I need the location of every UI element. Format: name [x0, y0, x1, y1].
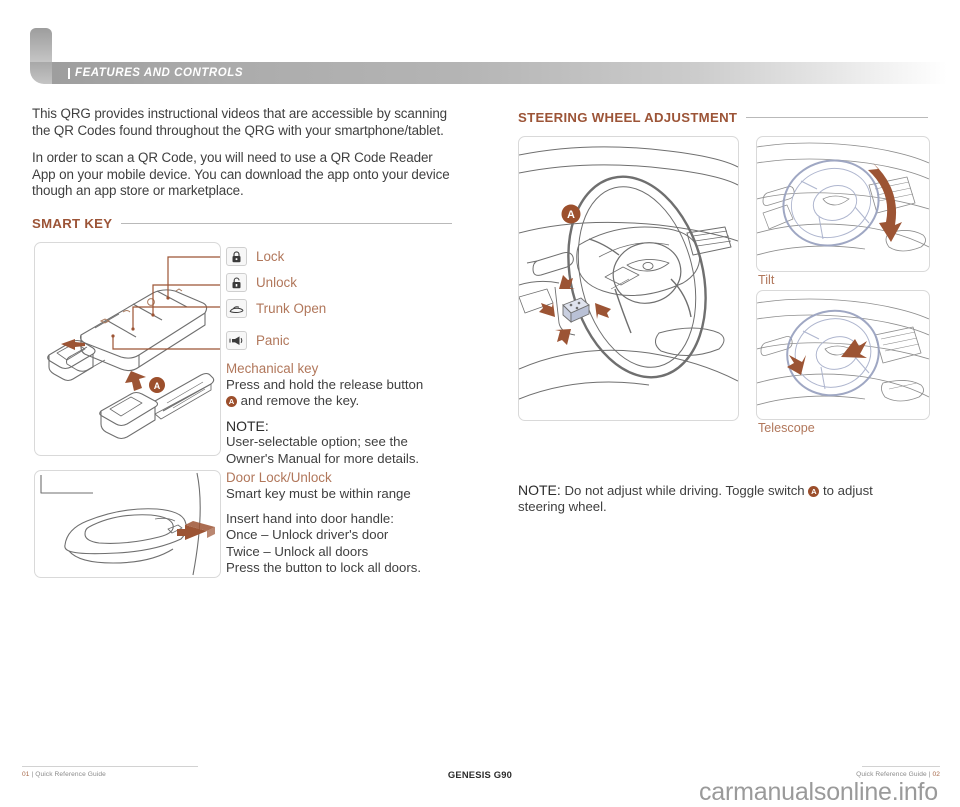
watermark: carmanualsonline.info	[698, 778, 938, 806]
smart-key-heading-rule	[121, 222, 452, 224]
steering-wheel-main-illustration: A	[518, 136, 739, 421]
footer-right-label: Quick Reference Guide	[856, 771, 927, 778]
telescope-arrows	[787, 339, 867, 375]
lock-closed-icon	[226, 247, 247, 267]
door-lock-block: Door Lock/Unlock Smart key must be withi…	[32, 469, 452, 590]
svg-text:A: A	[154, 381, 161, 391]
legend-label-lock: Lock	[256, 249, 285, 265]
trunk-open-icon	[226, 299, 247, 319]
door-handle-svg	[40, 472, 215, 576]
door-lock-line-4: Press the button to lock all doors.	[226, 559, 421, 575]
header-pipe-icon	[68, 67, 70, 79]
steering-wheel-note-before: Do not adjust while driving. Toggle swit…	[564, 483, 805, 498]
door-lock-line-2: Once – Unlock driver's door	[226, 527, 389, 543]
mechanical-key-text-after: and remove the key.	[240, 393, 360, 409]
callout-a-badge: A	[149, 376, 165, 393]
legend-row-lock: Lock	[226, 244, 454, 270]
callout-a-badge-inline: A	[226, 396, 237, 408]
footer-rule-left	[22, 766, 198, 767]
toggle-switch-graphic	[562, 297, 590, 323]
door-lock-line-3: Twice – Unlock all doors	[226, 543, 369, 559]
tilt-caption: Tilt	[758, 273, 775, 287]
telescope-illustration	[756, 290, 930, 420]
intro-paragraph-2: In order to scan a QR Code, you will nee…	[32, 150, 450, 199]
smart-key-legend: Lock Unlock Trunk Open Panic Mechanical …	[226, 244, 454, 467]
key-fob-illustration: A	[34, 241, 221, 456]
steering-wheel-heading: STEERING WHEEL ADJUSTMENT	[518, 110, 928, 125]
steering-wheel-main-svg: A	[519, 146, 738, 400]
smart-key-block: A Lock Unlock Trunk Open Panic Mechanica…	[32, 241, 454, 472]
header-section-title: FEATURES AND CONTROLS	[68, 64, 243, 82]
footer-rule-right	[862, 766, 940, 767]
legend-row-trunk: Trunk Open	[226, 296, 454, 322]
steering-wheel-note: NOTE: Do not adjust while driving. Toggl…	[518, 482, 918, 516]
telescope-svg	[757, 298, 929, 406]
header-section-title-text: FEATURES AND CONTROLS	[75, 67, 244, 79]
footer-right: Quick Reference Guide | 02	[856, 771, 940, 778]
door-lock-line-1: Insert hand into door handle:	[226, 511, 394, 527]
steering-wheel-heading-rule	[746, 117, 928, 118]
tilt-illustration	[756, 136, 930, 272]
key-fob-svg: A	[47, 256, 220, 440]
steering-wheel-figures: A Tilt Telescope NOTE: Do not adjust whi…	[518, 136, 930, 514]
door-lock-lines: Insert hand into door handle: Once – Unl…	[226, 511, 458, 576]
smart-key-note-text: User-selectable option; see the Owner's …	[226, 434, 420, 466]
intro-paragraph-1: This QRG provides instructional videos t…	[32, 106, 448, 138]
smart-key-note-label: NOTE:	[226, 418, 269, 435]
door-lock-heading: Door Lock/Unlock	[226, 469, 332, 485]
door-lock-text: Door Lock/Unlock Smart key must be withi…	[226, 470, 458, 576]
door-lock-subtext: Smart key must be within range	[226, 485, 411, 501]
footer-right-page-number: 02	[932, 771, 940, 778]
right-column: STEERING WHEEL ADJUSTMENT A Tilt Telesco…	[518, 106, 930, 514]
legend-row-unlock: Unlock	[226, 270, 454, 296]
steering-wheel-note-label: NOTE:	[518, 482, 561, 498]
tilt-svg	[757, 142, 929, 256]
mechanical-key-text-before: Press and hold the release button	[226, 376, 424, 392]
telescope-caption: Telescope	[758, 421, 815, 435]
legend-label-panic: Panic	[256, 333, 290, 349]
mechanical-key-instructions: Press and hold the release button A and …	[226, 377, 454, 409]
svg-text:A: A	[567, 209, 575, 221]
callout-a-badge-note: A	[808, 486, 820, 497]
legend-row-panic: Panic	[226, 328, 454, 354]
callout-a-badge-wheel: A	[561, 204, 581, 224]
page-header: FEATURES AND CONTROLS	[0, 0, 960, 96]
lock-open-icon	[226, 273, 247, 293]
door-handle-illustration	[34, 469, 221, 578]
legend-label-trunk: Trunk Open	[256, 301, 327, 317]
smart-key-heading: SMART KEY	[32, 216, 452, 231]
left-column: This QRG provides instructional videos t…	[32, 106, 452, 590]
legend-label-unlock: Unlock	[256, 275, 297, 291]
steering-wheel-heading-text: STEERING WHEEL ADJUSTMENT	[518, 110, 738, 125]
panic-horn-icon	[226, 331, 247, 351]
smart-key-heading-text: SMART KEY	[32, 215, 113, 231]
mechanical-key-heading: Mechanical key	[226, 360, 319, 376]
